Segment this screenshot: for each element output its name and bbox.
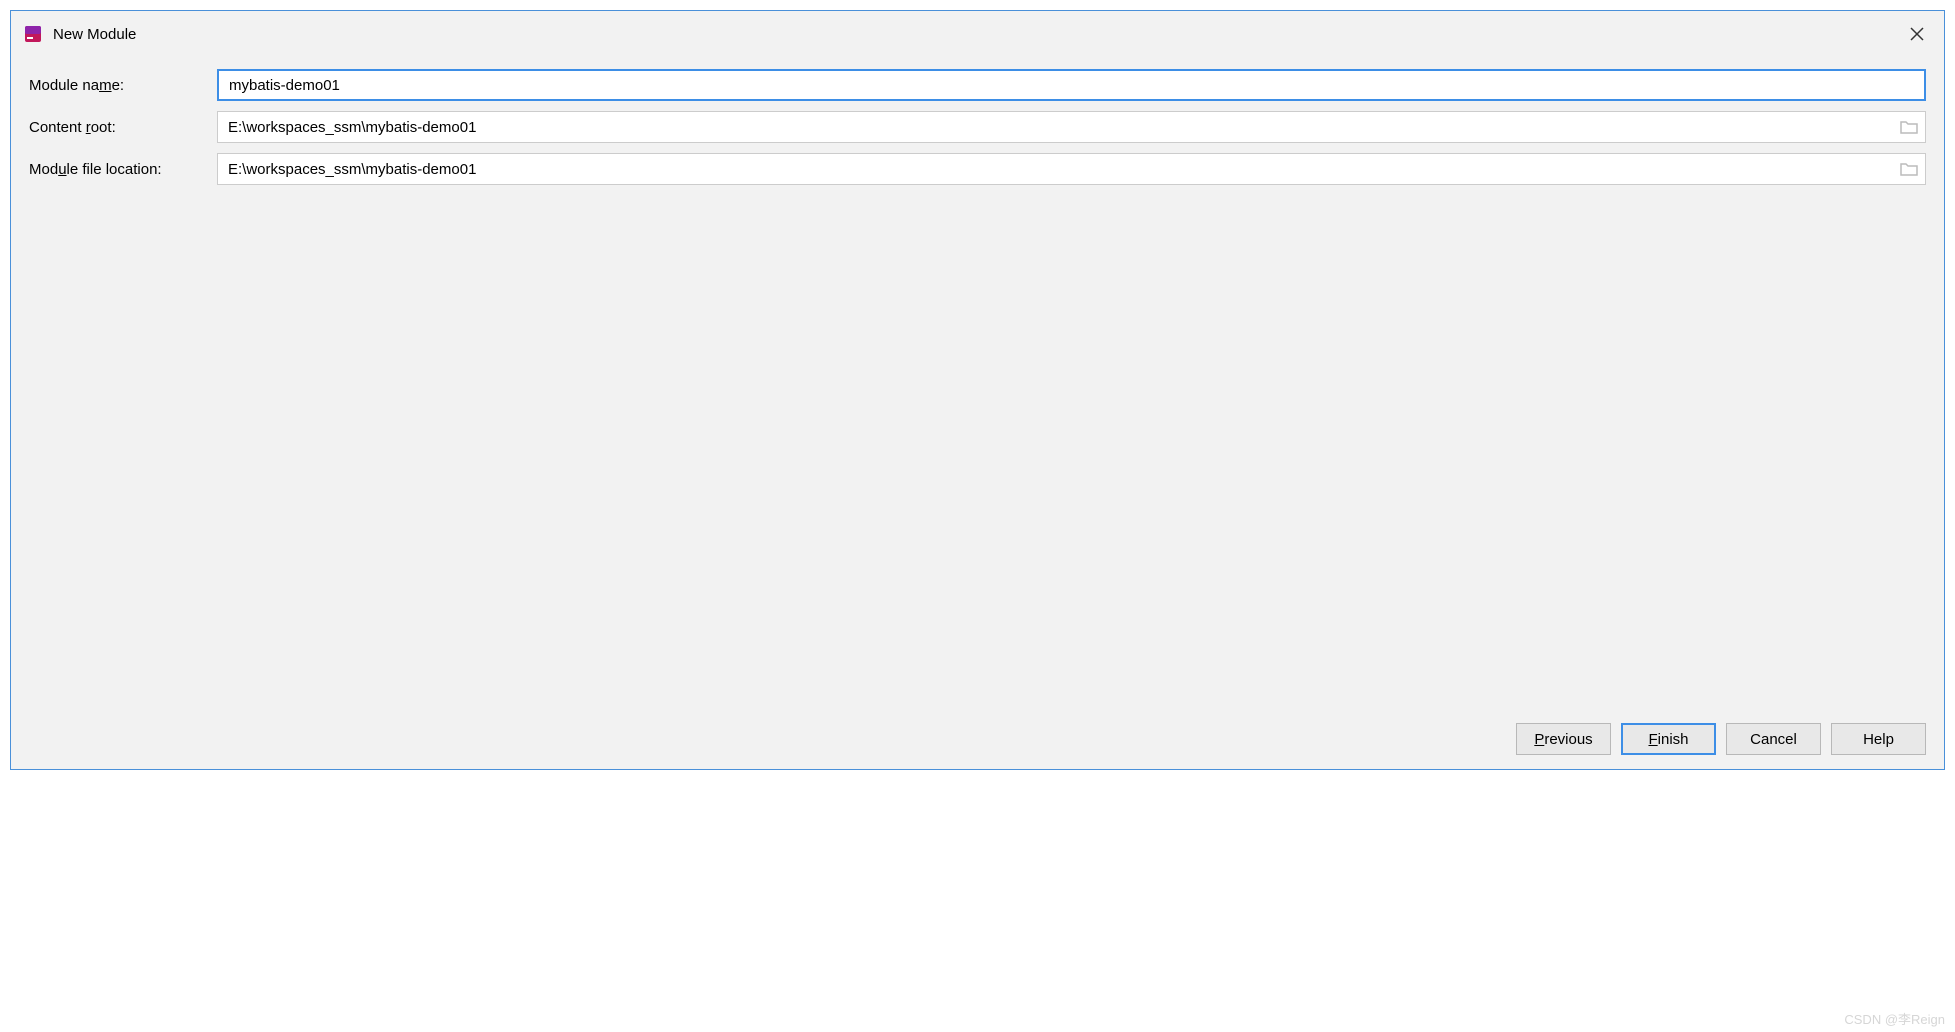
module-file-location-input[interactable] (217, 153, 1926, 185)
content-root-input-wrapper (217, 111, 1926, 143)
watermark-text: CSDN @李Reign (1844, 1009, 1945, 1028)
dialog-title: New Module (53, 26, 1902, 43)
content-root-browse-button[interactable] (1898, 116, 1920, 138)
dialog-content: Module name: Content root: Module file l… (11, 57, 1944, 709)
cancel-button[interactable]: Cancel (1726, 723, 1821, 755)
module-file-location-input-wrapper (217, 153, 1926, 185)
content-root-input[interactable] (217, 111, 1926, 143)
help-button[interactable]: Help (1831, 723, 1926, 755)
module-file-location-label: Module file location: (29, 161, 209, 178)
module-name-label: Module name: (29, 77, 209, 94)
module-name-input[interactable] (217, 69, 1926, 101)
dialog-button-bar: Previous Finish Cancel Help (11, 709, 1944, 769)
new-module-dialog: New Module Module name: Content root: (10, 10, 1945, 770)
folder-icon (1900, 120, 1918, 134)
previous-button[interactable]: Previous (1516, 723, 1611, 755)
module-file-location-browse-button[interactable] (1898, 158, 1920, 180)
folder-icon (1900, 162, 1918, 176)
module-name-row: Module name: (29, 69, 1926, 101)
finish-button[interactable]: Finish (1621, 723, 1716, 755)
close-button[interactable] (1902, 19, 1932, 49)
content-root-row: Content root: (29, 111, 1926, 143)
intellij-icon (23, 24, 43, 44)
module-file-location-row: Module file location: (29, 153, 1926, 185)
dialog-titlebar: New Module (11, 11, 1944, 57)
module-name-input-wrapper (217, 69, 1926, 101)
content-root-label: Content root: (29, 119, 209, 136)
